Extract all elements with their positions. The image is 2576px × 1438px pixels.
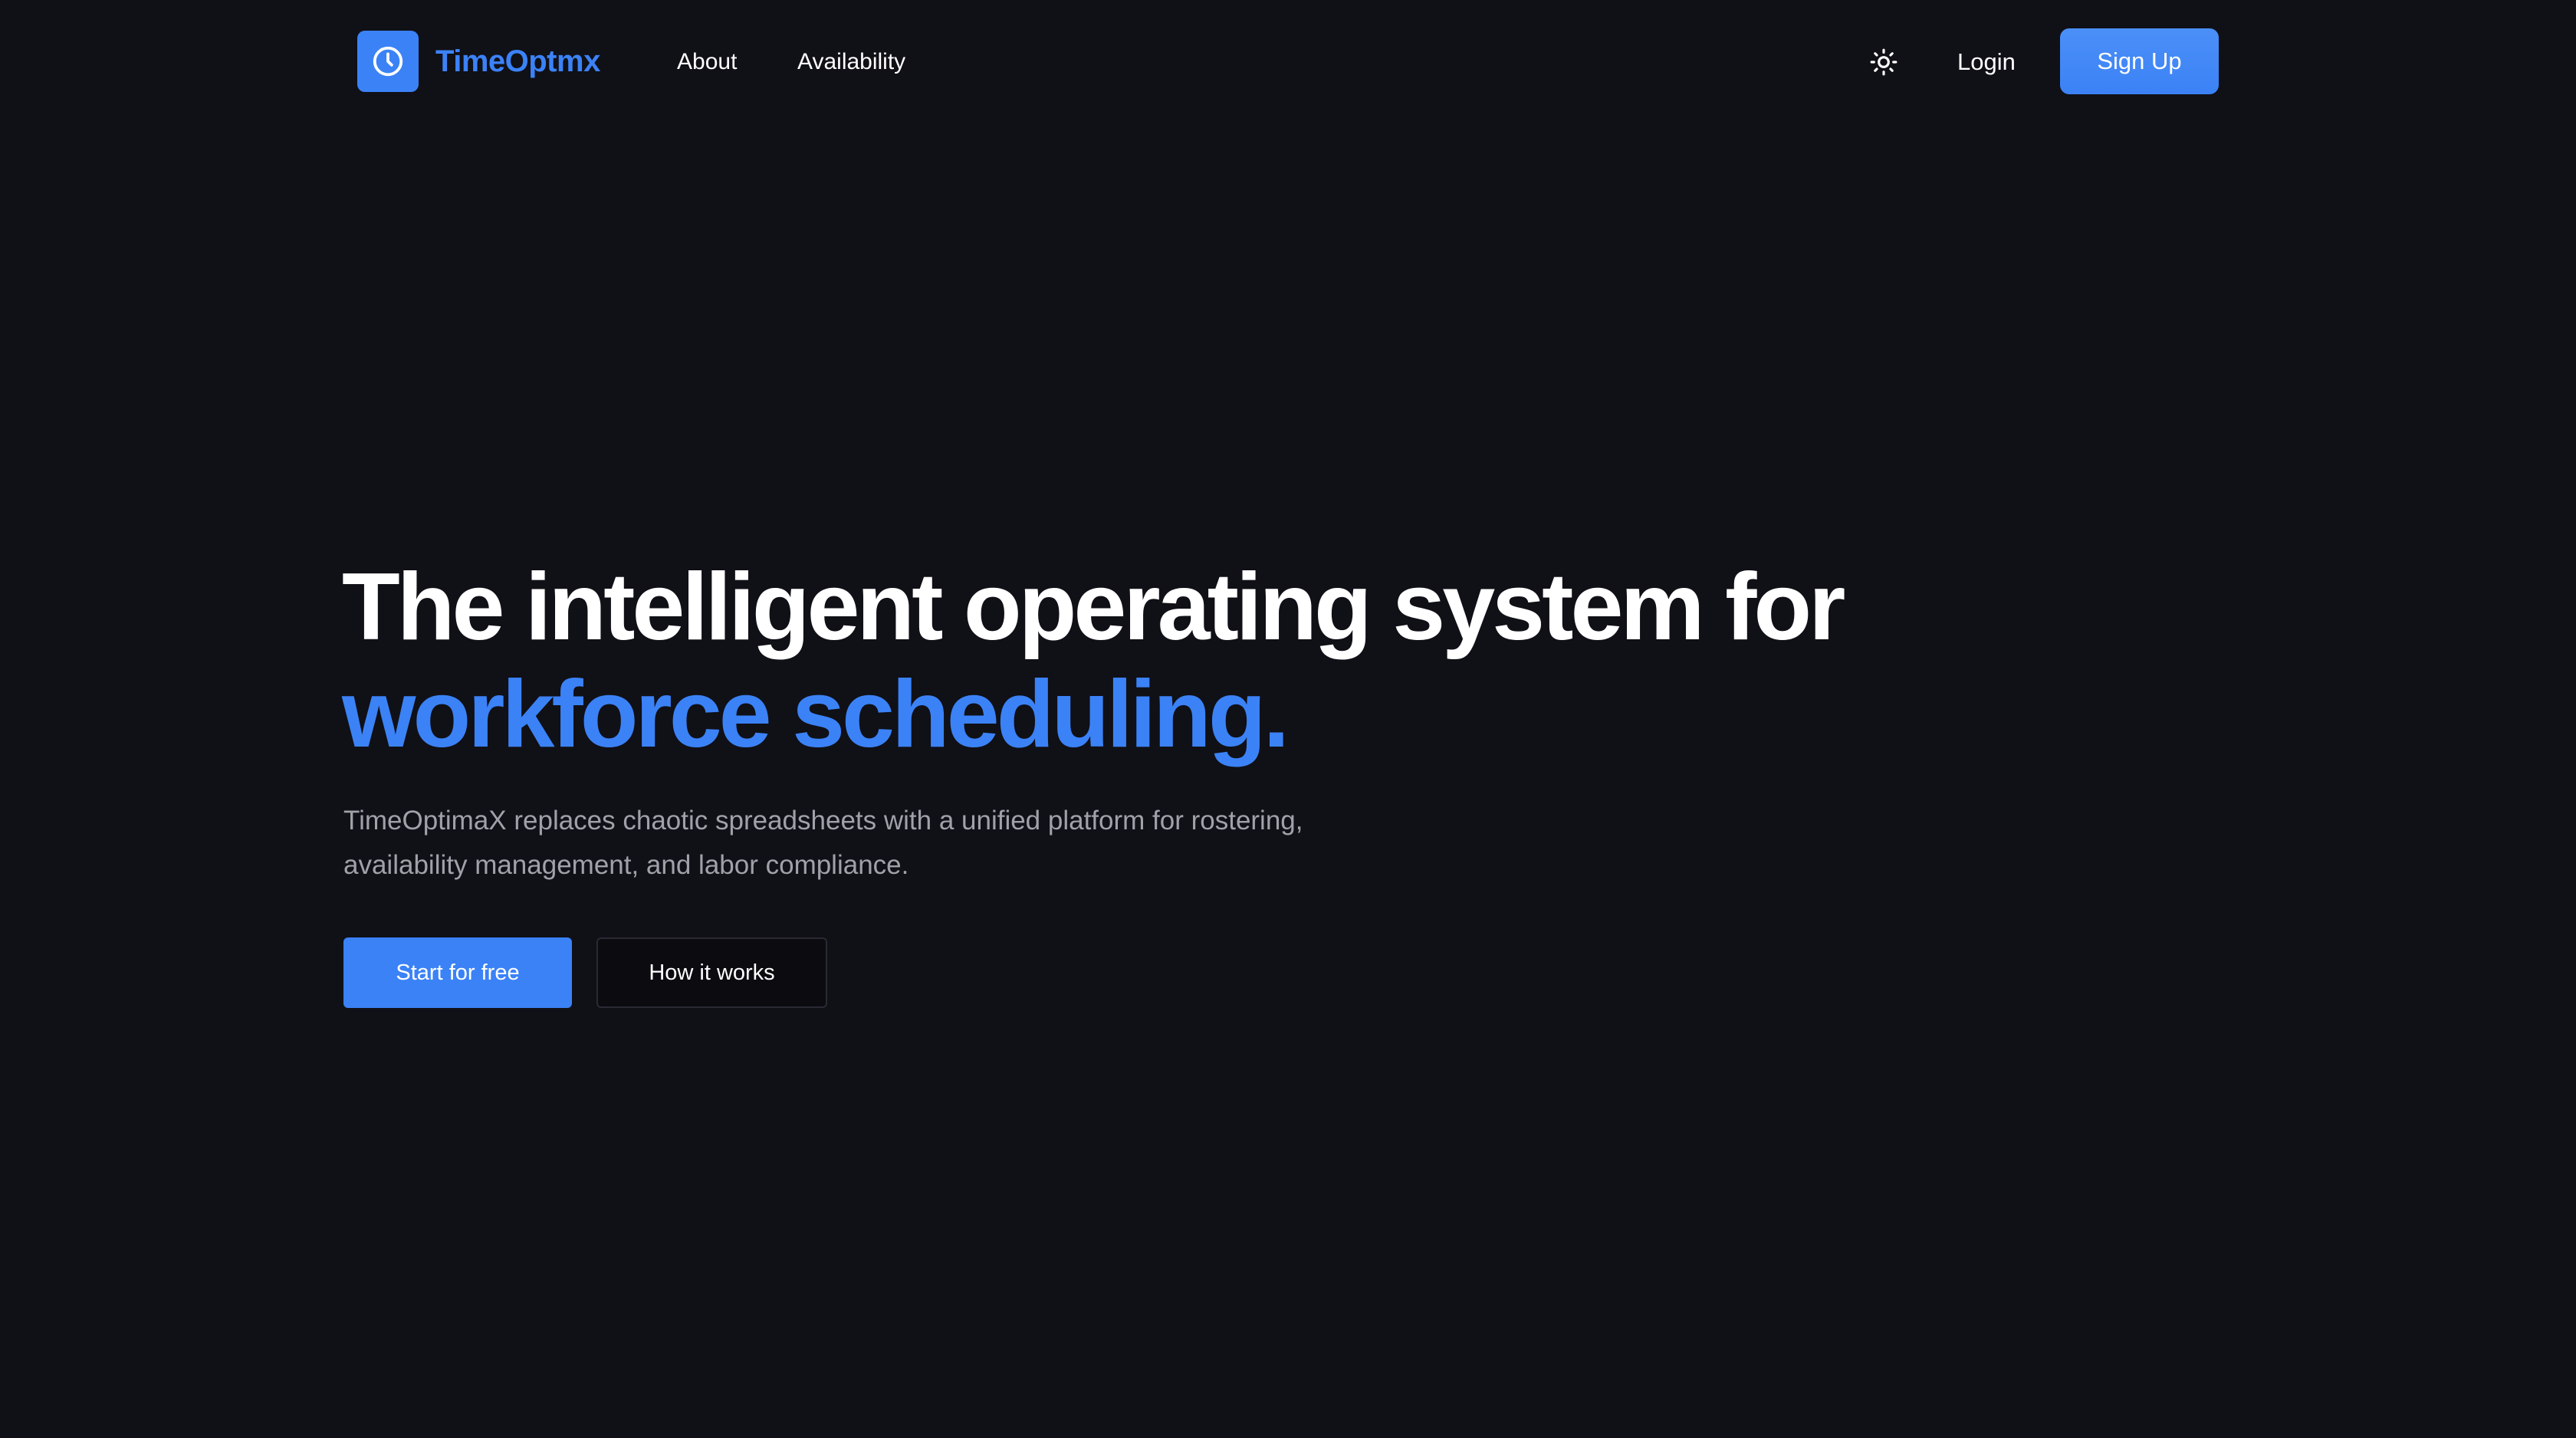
theme-toggle-button[interactable] xyxy=(1865,43,1903,81)
hero-title-highlight: workforce scheduling. xyxy=(342,662,1290,767)
nav-link-availability[interactable]: Availability xyxy=(797,44,905,80)
top-navigation-bar: TimeOptmx About Availability Login Sign … xyxy=(0,0,2576,124)
landing-page: TimeOptmx About Availability Login Sign … xyxy=(0,0,2576,1438)
sign-up-button[interactable]: Sign Up xyxy=(2060,28,2219,94)
clock-icon xyxy=(357,31,419,92)
hero-subtitle-line-1: TimeOptimaX replaces chaotic spreadsheet… xyxy=(343,806,1303,836)
hero-subtitle: TimeOptimaX replaces chaotic spreadsheet… xyxy=(343,799,1417,888)
login-link[interactable]: Login xyxy=(1957,44,2016,80)
brand-name: TimeOptmx xyxy=(435,44,600,78)
start-for-free-button[interactable]: Start for free xyxy=(343,937,572,1008)
hero-subtitle-line-2: availability management, and labor compl… xyxy=(343,850,909,880)
hero-title: The intelligent operating system for wor… xyxy=(342,553,1845,768)
brand-home-link[interactable]: TimeOptmx xyxy=(357,30,600,93)
sun-icon xyxy=(1869,48,1898,77)
nav-link-about[interactable]: About xyxy=(677,44,737,80)
hero-title-line-1: The intelligent operating system for xyxy=(342,554,1845,660)
how-it-works-button[interactable]: How it works xyxy=(596,937,827,1008)
